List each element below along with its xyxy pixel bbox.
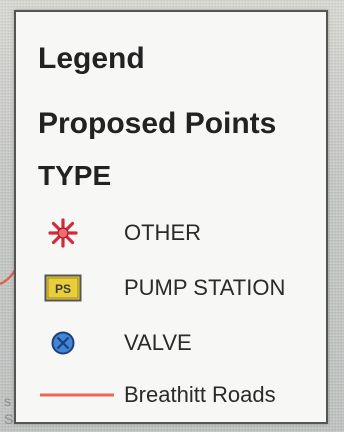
legend-item-valve: VALVE (16, 323, 326, 363)
red-asterisk-icon (38, 213, 88, 253)
field-name: TYPE (38, 160, 112, 191)
map-label-fragment: S (4, 411, 14, 427)
legend-item-label: VALVE (124, 330, 192, 355)
pump-station-badge-text: PS (55, 282, 71, 296)
pump-station-icon: PS (38, 268, 88, 308)
legend-item-label: Breathitt Roads (124, 382, 276, 407)
legend-item-pump-station: PS PUMP STATION (16, 268, 326, 308)
valve-icon (38, 323, 88, 363)
legend-item-label: OTHER (124, 220, 201, 245)
road-line-icon (38, 375, 116, 415)
legend-title: Legend (38, 42, 145, 75)
legend-panel: Legend Proposed Points TYPE OTHER PS PUM… (14, 10, 328, 424)
legend-item-breathitt-roads: Breathitt Roads (16, 375, 326, 415)
legend-item-label: PUMP STATION (124, 275, 286, 300)
layer-name: Proposed Points (38, 107, 277, 140)
map-label-fragment: s (4, 393, 11, 409)
legend-item-other: OTHER (16, 213, 326, 253)
